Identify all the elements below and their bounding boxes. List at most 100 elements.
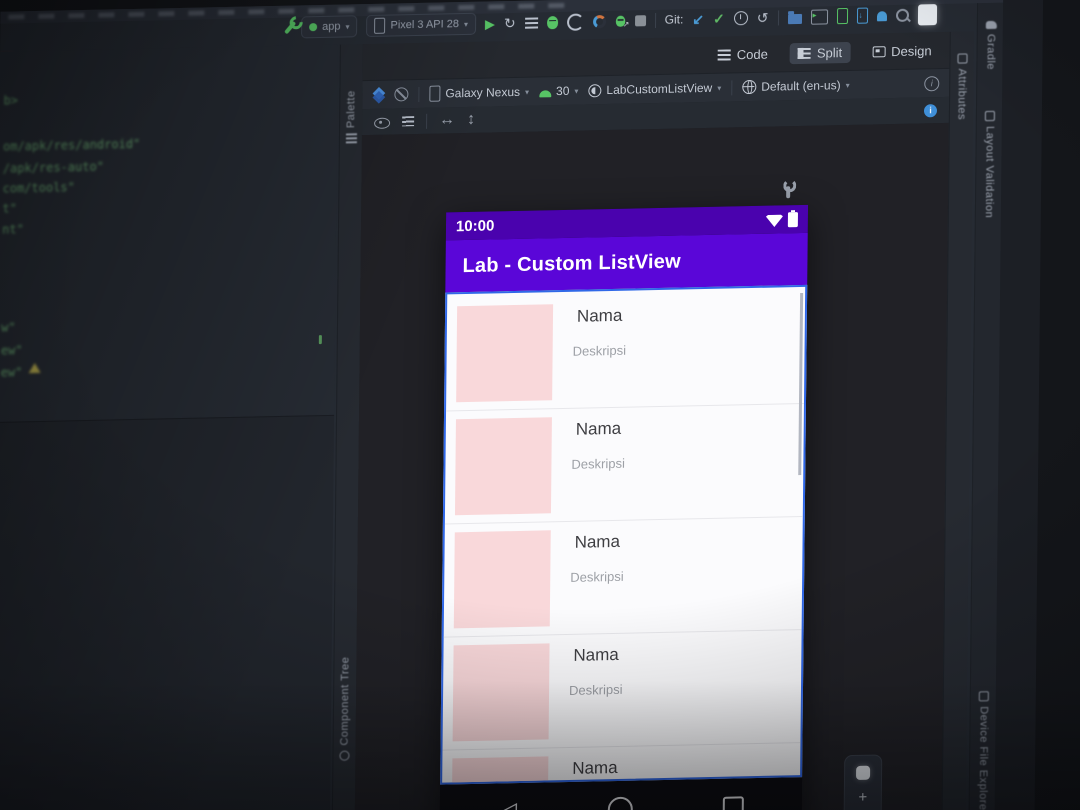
design-surface[interactable]: 10:00 Lab - Custom ListView Nama Deskrip… [354, 122, 949, 810]
phone-preview[interactable]: 10:00 Lab - Custom ListView Nama Deskrip… [439, 204, 809, 810]
item-image-placeholder [452, 643, 550, 742]
tab-code[interactable]: Code [710, 43, 776, 65]
git-update-icon[interactable]: ↙ [692, 10, 704, 27]
debug-button[interactable] [546, 15, 558, 29]
item-image-placeholder [454, 417, 552, 516]
info-icon[interactable]: i [924, 75, 940, 91]
run-configuration-dropdown[interactable]: app ▾ [301, 15, 358, 39]
zoom-in-button[interactable]: + [858, 789, 867, 806]
view-options-eye-icon[interactable] [374, 117, 391, 129]
gradle-stripe-button[interactable]: Gradle [977, 20, 1004, 71]
toolbar-separator [418, 86, 420, 102]
list-item[interactable]: Nama Deskripsi [443, 517, 803, 638]
scrollbar-info-mark[interactable] [318, 335, 322, 345]
toolbar-separator [654, 12, 656, 28]
git-history-icon[interactable] [733, 11, 748, 26]
listview[interactable]: Nama Deskripsi Nama Deskripsi Nama Deskr… [440, 284, 808, 785]
device-dropdown[interactable]: Galaxy Nexus ▾ [429, 84, 529, 102]
terminal-icon[interactable] [810, 8, 828, 25]
search-everywhere-icon[interactable] [895, 8, 909, 22]
item-name: Nama [576, 305, 623, 326]
attach-debugger-icon[interactable]: ↗ [615, 15, 629, 28]
apply-changes-icon[interactable]: ↻ [504, 15, 516, 31]
api-level-label: 30 [556, 83, 570, 99]
list-item[interactable]: Nama Deskripsi [442, 630, 802, 751]
status-time: 10:00 [455, 216, 495, 235]
palette-stripe-button[interactable]: Palette [340, 90, 363, 144]
chevron-down-icon: ▾ [574, 86, 579, 96]
code-line: com/tools" [2, 180, 75, 196]
attributes-label: Attributes [955, 68, 968, 121]
warning-icon [28, 362, 41, 374]
zoom-to-fit-button[interactable] [856, 765, 871, 780]
chevron-down-icon: ▾ [717, 83, 722, 93]
locale-dropdown[interactable]: Default (en-us) ▾ [742, 78, 850, 95]
gradle-icon [985, 20, 997, 30]
code-editor[interactable]: b> om/apk/res/android" /apk/res-auto" co… [0, 44, 338, 421]
device-label: Galaxy Nexus [445, 84, 521, 101]
palette-icon [345, 133, 357, 144]
zoom-controls: + − [843, 754, 883, 810]
api-level-dropdown[interactable]: 30 ▾ [539, 84, 579, 99]
tab-split[interactable]: Split [789, 41, 851, 64]
git-commit-icon[interactable]: ✓ [713, 10, 725, 27]
issue-badge-icon[interactable]: i [923, 103, 938, 117]
tab-code-label: Code [736, 46, 768, 62]
night-mode-icon[interactable] [394, 87, 409, 102]
component-tree-stripe-button[interactable]: Component Tree [333, 656, 356, 761]
stop-button[interactable] [634, 14, 646, 26]
item-description: Deskripsi [568, 681, 623, 698]
toolbar-separator [426, 113, 428, 129]
android-studio-window: app ▾ Pixel 3 API 28 ▾ ▶ ↻ ↗ Git: ↙ ✓ ↺ [0, 0, 1044, 810]
chevron-down-icon: ▾ [463, 19, 469, 29]
phone-icon [429, 85, 441, 102]
tab-design-label: Design [891, 42, 932, 59]
notifications-bell-icon[interactable] [876, 11, 887, 22]
item-name: Nama [575, 418, 622, 439]
design-panel: Code Split Design Galaxy Nexus ▾ 30 ▾ La… [354, 31, 950, 810]
theme-dropdown[interactable]: LabCustomListView ▾ [588, 81, 721, 98]
tab-design[interactable]: Design [864, 40, 940, 63]
git-rollback-icon[interactable]: ↺ [757, 10, 769, 26]
code-line: w" [1, 320, 16, 335]
render-settings-wrench-icon[interactable] [786, 186, 791, 199]
chevron-down-icon: ▾ [345, 21, 350, 31]
item-description: Deskripsi [571, 455, 625, 472]
sdk-manager-icon[interactable] [856, 7, 868, 24]
item-name: Nama [572, 757, 618, 778]
run-configurations-list-icon[interactable] [524, 16, 538, 29]
item-image-placeholder [451, 756, 549, 785]
code-line: /apk/res-auto" [2, 159, 104, 176]
item-description: Deskripsi [570, 568, 624, 585]
list-item[interactable]: Nama Deskripsi [444, 403, 804, 525]
device-file-explorer-stripe-button[interactable]: Device File Explorer [970, 691, 997, 810]
target-device-dropdown[interactable]: Pixel 3 API 28 ▾ [366, 12, 477, 38]
component-tree-panel [0, 414, 335, 810]
design-surface-icon[interactable] [372, 89, 384, 101]
list-view-icon[interactable] [402, 116, 415, 127]
profiler-button[interactable] [592, 14, 606, 28]
back-icon: ◁ [498, 797, 518, 810]
highlighted-toolbar-icon[interactable] [917, 3, 937, 26]
item-name: Nama [574, 531, 621, 552]
device-file-explorer-label: Device File Explorer [976, 706, 990, 810]
orientation-vertical-icon[interactable]: ↕ [467, 111, 475, 129]
project-structure-icon[interactable] [787, 13, 802, 24]
code-line: ew" [0, 365, 23, 380]
theme-icon [588, 83, 602, 97]
split-mode-icon [797, 47, 811, 59]
toolbar-separator [731, 79, 733, 95]
list-item[interactable]: Nama Deskripsi [446, 290, 806, 412]
device-manager-icon[interactable] [836, 7, 848, 25]
build-hammer-icon[interactable] [284, 20, 297, 35]
android-icon [539, 89, 552, 97]
code-mode-icon [717, 48, 731, 61]
apply-code-changes-icon[interactable] [566, 12, 584, 31]
tab-split-label: Split [816, 44, 843, 61]
attributes-stripe-button[interactable]: Attributes [950, 53, 974, 120]
run-button[interactable]: ▶ [485, 16, 495, 31]
layout-validation-stripe-button[interactable]: Layout Validation [976, 110, 1003, 219]
layout-validation-label: Layout Validation [982, 125, 996, 219]
code-line: b> [3, 93, 19, 108]
orientation-horizontal-icon[interactable]: ↔ [439, 111, 455, 129]
